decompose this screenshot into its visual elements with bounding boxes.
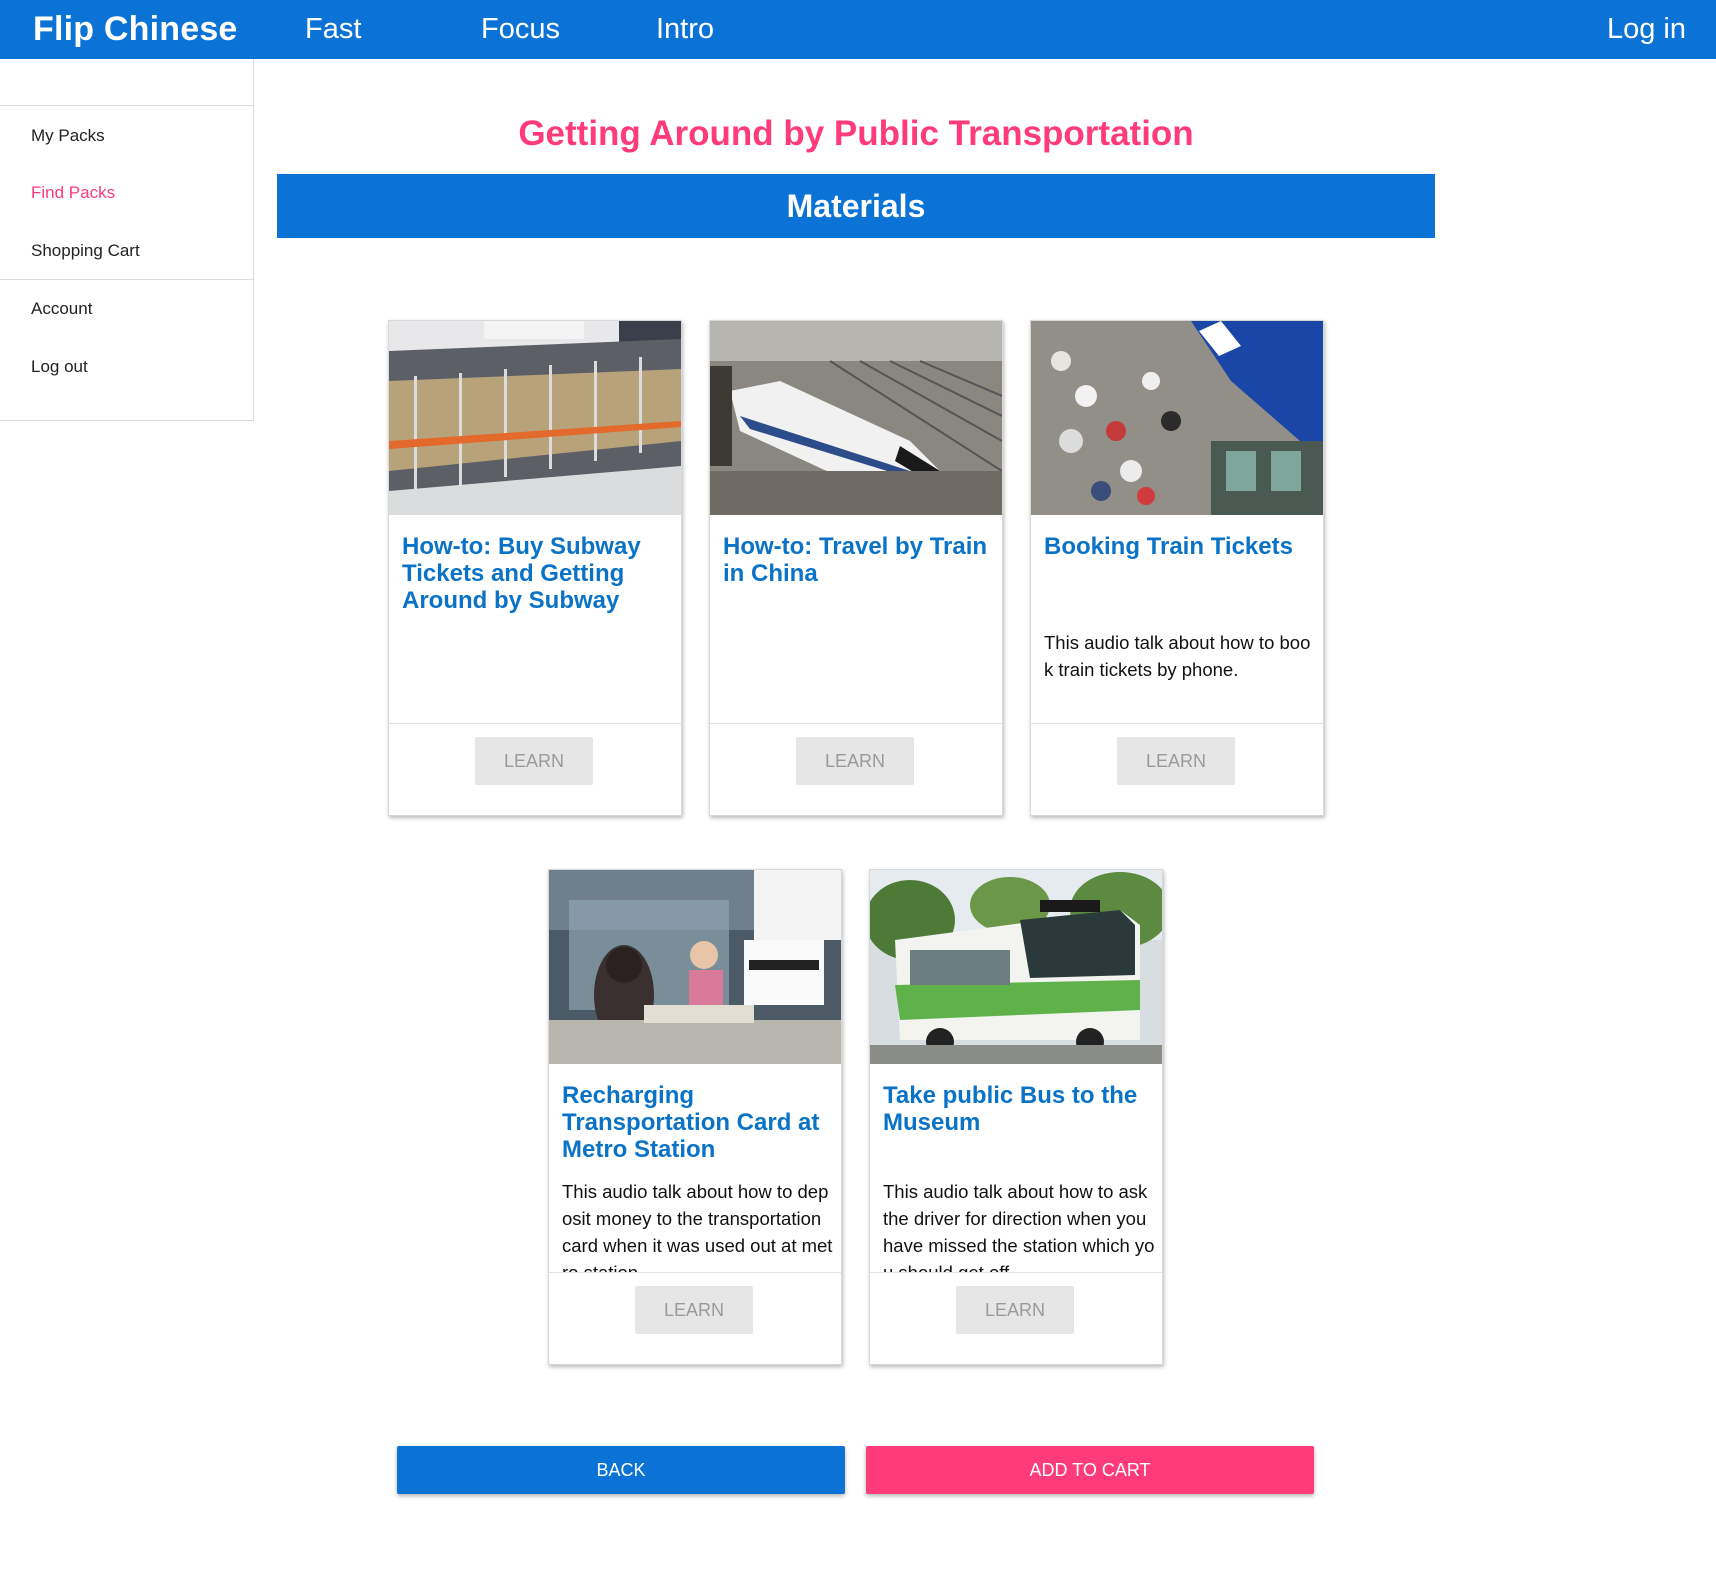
material-card: Booking Train Tickets This audio talk ab… (1030, 320, 1324, 816)
nav-fast[interactable]: Fast (305, 13, 361, 46)
learn-button[interactable]: LEARN (796, 737, 914, 785)
add-to-cart-button[interactable]: ADD TO CART (866, 1446, 1314, 1494)
ticket-office-photo[interactable] (1031, 321, 1323, 515)
learn-button[interactable]: LEARN (635, 1286, 753, 1334)
card-description: This audio talk about how to ask the dri… (883, 1181, 1155, 1272)
top-nav-bar: Flip Chinese Fast Focus Intro Log in (0, 0, 1716, 59)
learn-button[interactable]: LEARN (475, 737, 593, 785)
city-bus-photo[interactable] (870, 870, 1162, 1064)
card-title[interactable]: How-to: Buy Subway Tickets and Getting A… (402, 533, 670, 614)
sidebar-item-find-packs[interactable]: Find Packs (31, 183, 115, 203)
card-divider (549, 1272, 841, 1273)
subway-platform-photo[interactable] (389, 321, 681, 515)
high-speed-train-photo[interactable] (710, 321, 1002, 515)
page-title: Getting Around by Public Transportation (518, 114, 1194, 153)
material-card: Take public Bus to the Museum This audio… (869, 869, 1163, 1365)
back-button[interactable]: BACK (397, 1446, 845, 1494)
sidebar-item-account[interactable]: Account (31, 299, 92, 319)
metro-service-counter-photo[interactable] (549, 870, 841, 1064)
materials-section-header: Materials (277, 174, 1435, 238)
sidebar: My Packs Find Packs Shopping Cart Accoun… (0, 59, 254, 421)
card-title[interactable]: Take public Bus to the Museum (883, 1082, 1151, 1136)
sidebar-divider (0, 105, 253, 106)
card-divider (1031, 723, 1323, 724)
card-description: This audio talk about how to book train … (1044, 632, 1311, 680)
learn-button[interactable]: LEARN (956, 1286, 1074, 1334)
card-description: This audio talk about how to deposit mon… (562, 1181, 833, 1272)
sidebar-item-my-packs[interactable]: My Packs (31, 126, 105, 146)
material-card: How-to: Buy Subway Tickets and Getting A… (388, 320, 682, 816)
card-title[interactable]: How-to: Travel by Train in China (723, 533, 991, 587)
card-description (402, 629, 674, 723)
material-card: Recharging Transportation Card at Metro … (548, 869, 842, 1365)
card-title[interactable]: Booking Train Tickets (1044, 533, 1312, 560)
nav-focus[interactable]: Focus (481, 13, 560, 46)
card-divider (710, 723, 1002, 724)
card-title[interactable]: Recharging Transportation Card at Metro … (562, 1082, 830, 1163)
card-divider (870, 1272, 1162, 1273)
card-divider (389, 723, 681, 724)
card-description (723, 629, 995, 723)
material-card: How-to: Travel by Train in China LEARN (709, 320, 1003, 816)
learn-button[interactable]: LEARN (1117, 737, 1235, 785)
nav-intro[interactable]: Intro (656, 13, 714, 46)
sidebar-item-shopping-cart[interactable]: Shopping Cart (31, 241, 140, 261)
login-link[interactable]: Log in (1607, 13, 1686, 46)
sidebar-divider (0, 279, 253, 280)
brand-logo[interactable]: Flip Chinese (33, 10, 238, 49)
sidebar-item-log-out[interactable]: Log out (31, 357, 88, 377)
